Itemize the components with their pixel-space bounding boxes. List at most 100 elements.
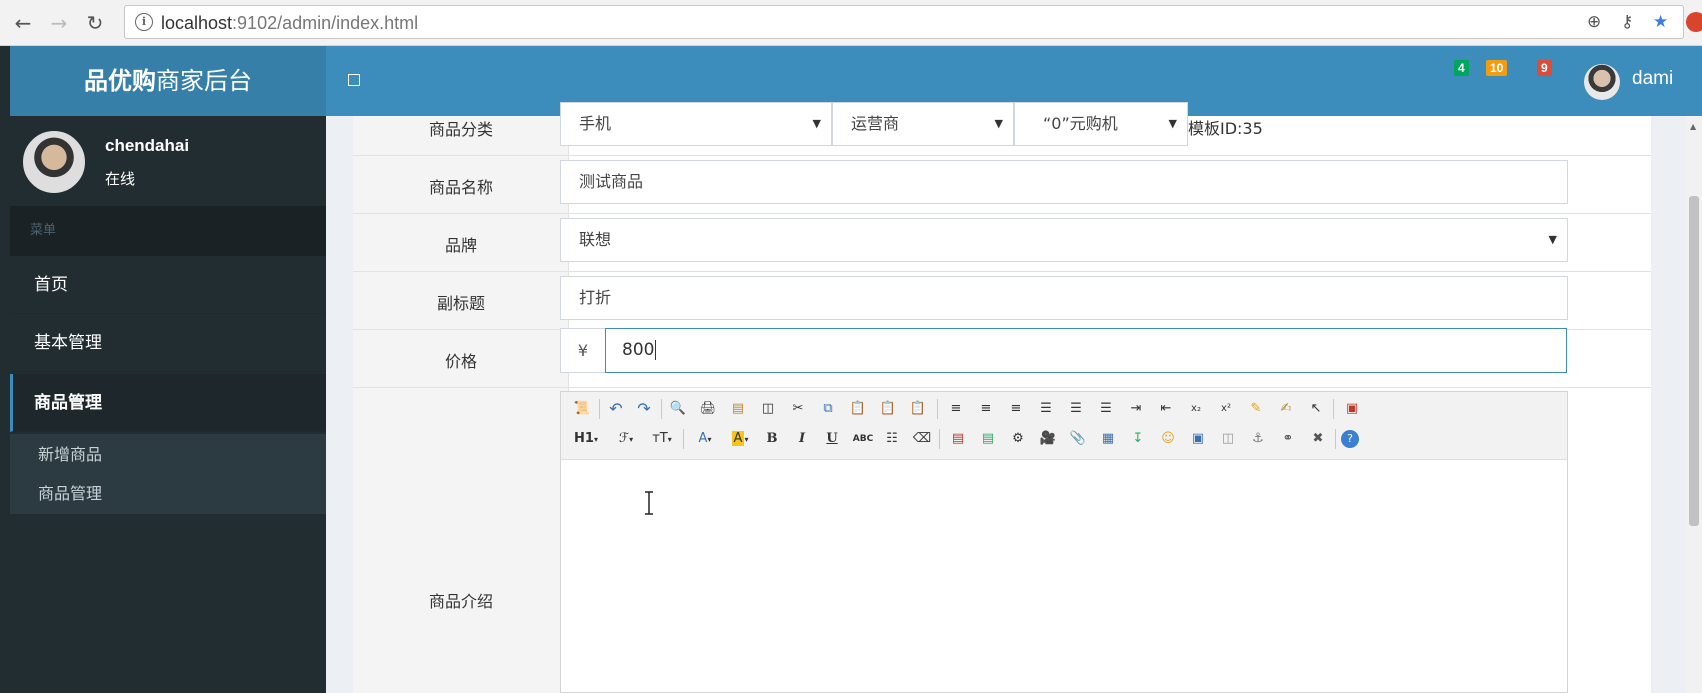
sidebar-item-home[interactable]: 首页 — [10, 256, 326, 314]
tasks-badge[interactable]: 9 — [1537, 60, 1552, 76]
link-icon[interactable]: ⚭ — [1277, 428, 1299, 450]
sidebar-item-goods-management[interactable]: 商品管理 — [10, 374, 326, 432]
media-icon[interactable]: 🎥 — [1037, 428, 1059, 450]
price-label: 价格 — [444, 352, 477, 371]
sidebar-toggle-icon[interactable] — [348, 74, 360, 86]
category-select-3[interactable]: “0”元购机 ▼ — [1014, 102, 1188, 146]
insert-image-icon[interactable]: ▤ — [947, 428, 969, 450]
justify-icon[interactable]: ☰ — [1035, 398, 1057, 420]
heading-button[interactable]: H1▾ — [569, 428, 603, 450]
scroll-thumb[interactable] — [1689, 196, 1699, 526]
fullscreen-icon[interactable]: ▣ — [1341, 398, 1363, 420]
redo-icon[interactable]: ↷ — [633, 398, 655, 420]
sidebar-item-basic-management[interactable]: 基本管理 — [10, 314, 326, 372]
select-all-icon[interactable]: ✍ — [1275, 398, 1297, 420]
brand-logo[interactable]: 品优购商家后台 — [10, 46, 326, 116]
chevron-down-icon: ▾ — [593, 435, 598, 444]
category-select-1[interactable]: 手机 ▼ — [560, 102, 832, 146]
italic-button[interactable]: I — [791, 428, 813, 450]
horizontal-rule-icon[interactable]: ☷ — [881, 428, 903, 450]
template-icon[interactable]: ▤ — [727, 398, 749, 420]
source-icon[interactable]: 📜 — [571, 398, 593, 420]
currency-addon: ¥ — [560, 328, 606, 373]
table-icon[interactable]: ▦ — [1097, 428, 1119, 450]
brand-select[interactable]: 联想 ▼ — [560, 218, 1568, 262]
extension-icon[interactable] — [1686, 12, 1702, 32]
pointer-icon[interactable]: ↖ — [1305, 398, 1327, 420]
info-icon[interactable]: i — [135, 13, 153, 31]
subtitle-input[interactable]: 打折 — [560, 276, 1568, 320]
rich-text-editor[interactable]: 📜 ↶ ↷ 🔍 🖨 ▤ ◫ ✂ ⧉ 📋 📋 📋 ≡ ≡ ≡ ☰ ☰ ☰ ⇥ ⇤ … — [560, 391, 1568, 693]
user-menu[interactable]: dami — [1632, 68, 1673, 90]
separator — [937, 399, 938, 419]
preview-icon[interactable]: 🔍 — [667, 398, 689, 420]
align-right-icon[interactable]: ≡ — [1005, 398, 1027, 420]
submenu-item-goods-management[interactable]: 商品管理 — [38, 480, 102, 504]
insert-hr-icon[interactable]: ↧ — [1127, 428, 1149, 450]
align-left-icon[interactable]: ≡ — [945, 398, 967, 420]
flash-icon[interactable]: ⚙ — [1007, 428, 1029, 450]
copy-icon[interactable]: ⧉ — [817, 398, 839, 420]
undo-icon[interactable]: ↶ — [605, 398, 627, 420]
paste-icon[interactable]: 📋 — [847, 398, 869, 420]
help-icon[interactable]: ? — [1341, 430, 1359, 448]
font-family-button[interactable]: ℱ▾ — [611, 428, 641, 450]
paste-word-icon[interactable]: 📋 — [907, 398, 929, 420]
anchor-icon[interactable]: ⚓ — [1247, 428, 1269, 450]
clear-format-icon[interactable]: ✎ — [1245, 398, 1267, 420]
mouse-ibeam-cursor — [645, 491, 653, 515]
key-icon[interactable]: ⚷ — [1621, 12, 1633, 32]
map-icon[interactable]: ▣ — [1187, 428, 1209, 450]
page-break-icon[interactable]: ◫ — [1217, 428, 1239, 450]
font-color-button[interactable]: A▾ — [691, 428, 719, 450]
brand-label: 品牌 — [444, 236, 477, 255]
sidebar: chendahai 在线 菜单 首页 基本管理 商品管理 新增商品 商品管理 — [10, 116, 326, 693]
submenu-item-add-goods[interactable]: 新增商品 — [38, 441, 102, 465]
zoom-icon[interactable]: ⊕ — [1587, 12, 1601, 32]
messages-badge[interactable]: 4 — [1454, 60, 1469, 76]
underline-button[interactable]: U — [821, 428, 843, 450]
strikethrough-button[interactable]: ABC — [849, 428, 877, 450]
template-id: 模板ID:35 — [1188, 119, 1263, 138]
divider — [353, 213, 1651, 214]
forward-arrow-icon[interactable]: → — [46, 10, 72, 36]
superscript-icon[interactable]: x² — [1215, 398, 1237, 420]
avatar[interactable] — [1584, 64, 1620, 100]
bold-button[interactable]: B — [761, 428, 783, 450]
print-icon[interactable]: 🖨 — [697, 398, 719, 420]
unlink-icon[interactable]: ✖ — [1307, 428, 1329, 450]
goods-name-input[interactable]: 测试商品 — [560, 160, 1568, 204]
code-icon[interactable]: ◫ — [757, 398, 779, 420]
category-select-2[interactable]: 运营商 ▼ — [832, 102, 1014, 146]
price-input[interactable]: 800 — [605, 328, 1567, 373]
align-center-icon[interactable]: ≡ — [975, 398, 997, 420]
divider — [353, 387, 1651, 388]
unordered-list-icon[interactable]: ☰ — [1095, 398, 1117, 420]
attachment-icon[interactable]: 📎 — [1067, 428, 1089, 450]
background-color-button[interactable]: A ▾ — [725, 428, 755, 450]
notifications-badge[interactable]: 10 — [1486, 60, 1508, 76]
separator — [683, 429, 684, 449]
ordered-list-icon[interactable]: ☰ — [1065, 398, 1087, 420]
avatar — [23, 131, 85, 193]
multi-image-icon[interactable]: ▤ — [977, 428, 999, 450]
cut-icon[interactable]: ✂ — [787, 398, 809, 420]
chevron-down-icon: ▾ — [629, 435, 634, 444]
page-scrollbar[interactable]: ▲ — [1686, 116, 1702, 693]
eraser-icon[interactable]: ⌫ — [911, 428, 933, 450]
bookmark-star-icon[interactable]: ★ — [1653, 12, 1668, 32]
outdent-icon[interactable]: ⇤ — [1155, 398, 1177, 420]
subscript-icon[interactable]: x₂ — [1185, 398, 1207, 420]
reload-icon[interactable]: ↻ — [82, 10, 108, 36]
indent-icon[interactable]: ⇥ — [1125, 398, 1147, 420]
emoticon-icon[interactable]: ☺ — [1157, 428, 1179, 450]
paste-text-icon[interactable]: 📋 — [877, 398, 899, 420]
background-color-label: A — [731, 431, 745, 446]
font-size-button[interactable]: тT▾ — [647, 428, 677, 450]
scroll-up-icon[interactable]: ▲ — [1690, 122, 1696, 131]
address-text: localhost:9102/admin/index.html — [161, 13, 419, 33]
divider — [353, 271, 1651, 272]
separator — [661, 399, 662, 419]
address-bar[interactable]: i localhost:9102/admin/index.html ⊕ ⚷ ★ — [124, 5, 1684, 39]
back-arrow-icon[interactable]: ← — [10, 10, 36, 36]
